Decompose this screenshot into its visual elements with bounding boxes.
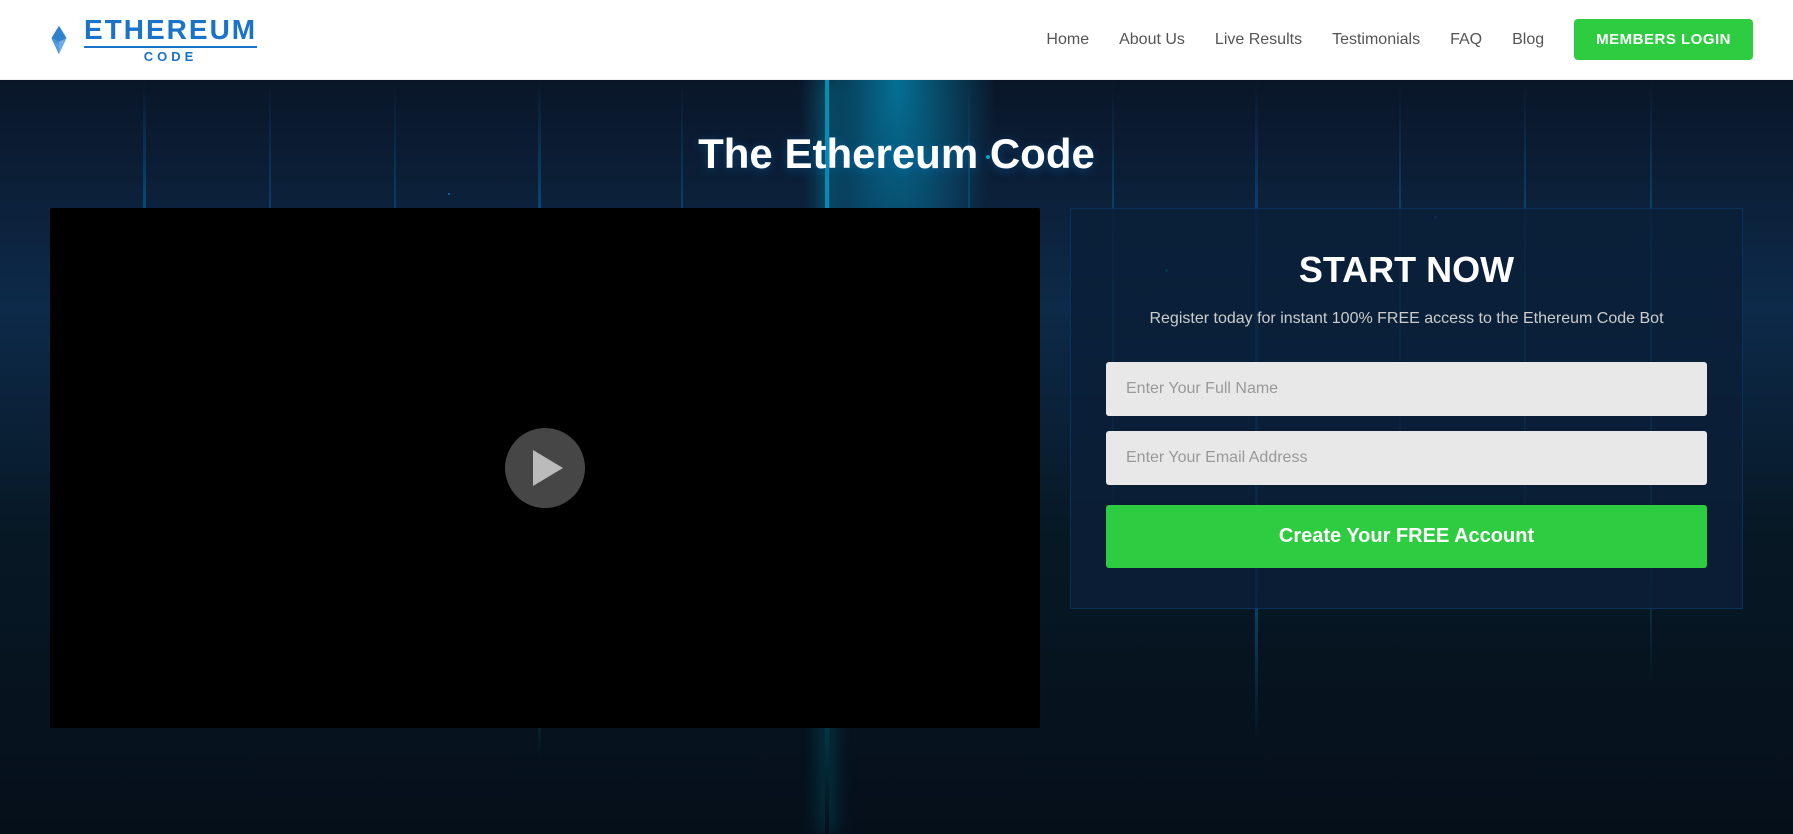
hero-title: The Ethereum Code <box>0 80 1793 208</box>
header: ETHEREUM CODE Home About Us Live Results… <box>0 0 1793 80</box>
email-input[interactable] <box>1106 431 1707 485</box>
full-name-input[interactable] <box>1106 362 1707 416</box>
nav-faq[interactable]: FAQ <box>1450 31 1482 49</box>
create-account-button[interactable]: Create Your FREE Account <box>1106 505 1707 568</box>
hero-content: START NOW Register today for instant 100… <box>0 208 1793 728</box>
nav-blog[interactable]: Blog <box>1512 31 1544 49</box>
logo-text: ETHEREUM CODE <box>84 16 257 63</box>
nav-live-results[interactable]: Live Results <box>1215 31 1302 49</box>
nav-home[interactable]: Home <box>1046 31 1089 49</box>
logo-icon <box>40 21 78 59</box>
nav-testimonials[interactable]: Testimonials <box>1332 31 1420 49</box>
play-icon <box>533 450 563 486</box>
nav-about[interactable]: About Us <box>1119 31 1185 49</box>
video-player <box>50 208 1040 728</box>
play-button[interactable] <box>505 428 585 508</box>
members-login-button[interactable]: MEMBERS LOGIN <box>1574 19 1753 60</box>
signup-title: START NOW <box>1106 249 1707 291</box>
navigation: Home About Us Live Results Testimonials … <box>1046 19 1753 60</box>
logo-ethereum-text: ETHEREUM <box>84 16 257 44</box>
logo-code-text: CODE <box>84 46 257 63</box>
hero-section: The Ethereum Code START NOW Register tod… <box>0 80 1793 834</box>
signup-panel: START NOW Register today for instant 100… <box>1070 208 1743 609</box>
signup-subtitle: Register today for instant 100% FREE acc… <box>1106 306 1707 332</box>
logo: ETHEREUM CODE <box>40 16 257 63</box>
